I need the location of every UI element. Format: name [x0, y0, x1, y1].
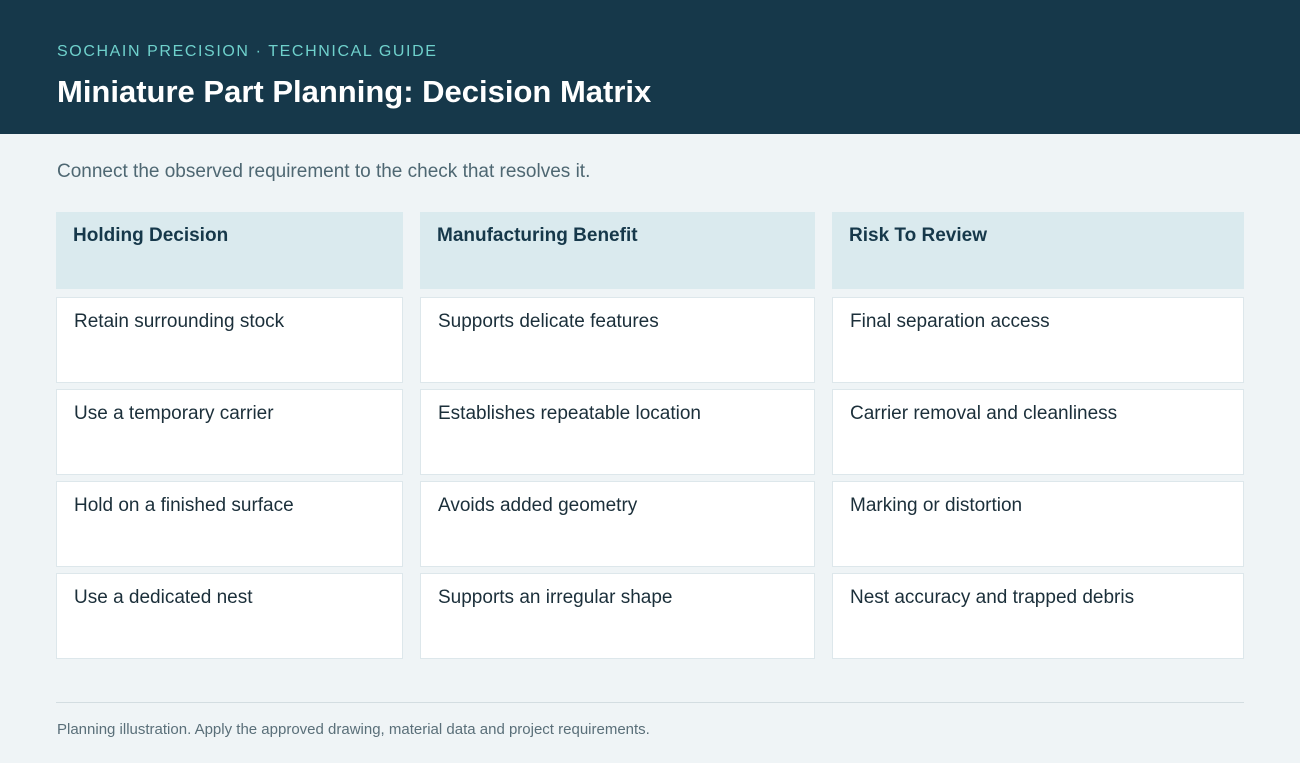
matrix-cell: Avoids added geometry [420, 481, 815, 567]
matrix-cell: Use a temporary carrier [56, 389, 403, 475]
footer-divider [56, 702, 1244, 703]
column-header-manufacturing-benefit: Manufacturing Benefit [420, 212, 815, 289]
matrix-cell: Use a dedicated nest [56, 573, 403, 659]
column-header-holding-decision: Holding Decision [56, 212, 403, 289]
intro-text: Connect the observed requirement to the … [57, 161, 591, 182]
brand-eyebrow: SOCHAIN PRECISION · TECHNICAL GUIDE [57, 43, 438, 60]
page-header: SOCHAIN PRECISION · TECHNICAL GUIDE Mini… [0, 0, 1300, 134]
matrix-cell: Carrier removal and cleanliness [832, 389, 1244, 475]
matrix-cell: Marking or distortion [832, 481, 1244, 567]
matrix-cell: Nest accuracy and trapped debris [832, 573, 1244, 659]
matrix-cell: Supports delicate features [420, 297, 815, 383]
footnote: Planning illustration. Apply the approve… [57, 721, 650, 738]
matrix-cell: Supports an irregular shape [420, 573, 815, 659]
matrix-cell: Final separation access [832, 297, 1244, 383]
matrix-cell: Establishes repeatable location [420, 389, 815, 475]
matrix-cell: Retain surrounding stock [56, 297, 403, 383]
page-title: Miniature Part Planning: Decision Matrix [57, 74, 652, 109]
matrix-cell: Hold on a finished surface [56, 481, 403, 567]
column-header-risk-to-review: Risk To Review [832, 212, 1244, 289]
